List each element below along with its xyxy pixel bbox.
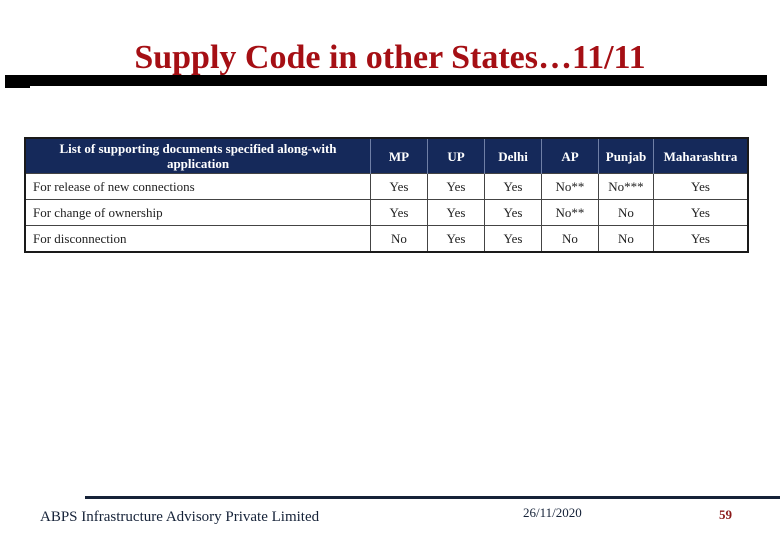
table-row: For change of ownership Yes Yes Yes No**… (25, 199, 748, 226)
cell-mp: No (370, 225, 428, 252)
slide-title: Supply Code in other States…11/11 (134, 39, 646, 76)
cell-ap: No** (541, 173, 599, 200)
title-underline-stub (5, 86, 30, 88)
column-header-documents: List of supporting documents specified a… (25, 138, 371, 174)
footer-company-name: ABPS Infrastructure Advisory Private Lim… (40, 509, 320, 525)
cell-up: Yes (427, 173, 485, 200)
table-row: For disconnection No Yes Yes No No Yes (25, 225, 748, 252)
cell-delhi: Yes (484, 173, 542, 200)
cell-delhi: Yes (484, 199, 542, 226)
cell-punjab: No (598, 225, 654, 252)
supporting-documents-table: List of supporting documents specified a… (24, 137, 749, 253)
cell-ap: No (541, 225, 599, 252)
column-header-ap: AP (541, 138, 599, 174)
page-number: 59 (719, 507, 732, 522)
row-label: For change of ownership (25, 199, 371, 226)
cell-mp: Yes (370, 199, 428, 226)
cell-punjab: No (598, 199, 654, 226)
cell-mp: Yes (370, 173, 428, 200)
cell-punjab: No*** (598, 173, 654, 200)
row-label: For release of new connections (25, 173, 371, 200)
footer-divider (85, 496, 780, 499)
table-row: For release of new connections Yes Yes Y… (25, 173, 748, 200)
column-header-up: UP (427, 138, 485, 174)
column-header-punjab: Punjab (598, 138, 654, 174)
column-header-mp: MP (370, 138, 428, 174)
cell-up: Yes (427, 199, 485, 226)
cell-maharashtra: Yes (653, 173, 748, 200)
cell-maharashtra: Yes (653, 199, 748, 226)
footer-date: 26/11/2020 (523, 505, 582, 520)
column-header-maharashtra: Maharashtra (653, 138, 748, 174)
row-label: For disconnection (25, 225, 371, 252)
cell-delhi: Yes (484, 225, 542, 252)
cell-maharashtra: Yes (653, 225, 748, 252)
table-header-row: List of supporting documents specified a… (25, 138, 748, 174)
column-header-delhi: Delhi (484, 138, 542, 174)
cell-up: Yes (427, 225, 485, 252)
cell-ap: No** (541, 199, 599, 226)
